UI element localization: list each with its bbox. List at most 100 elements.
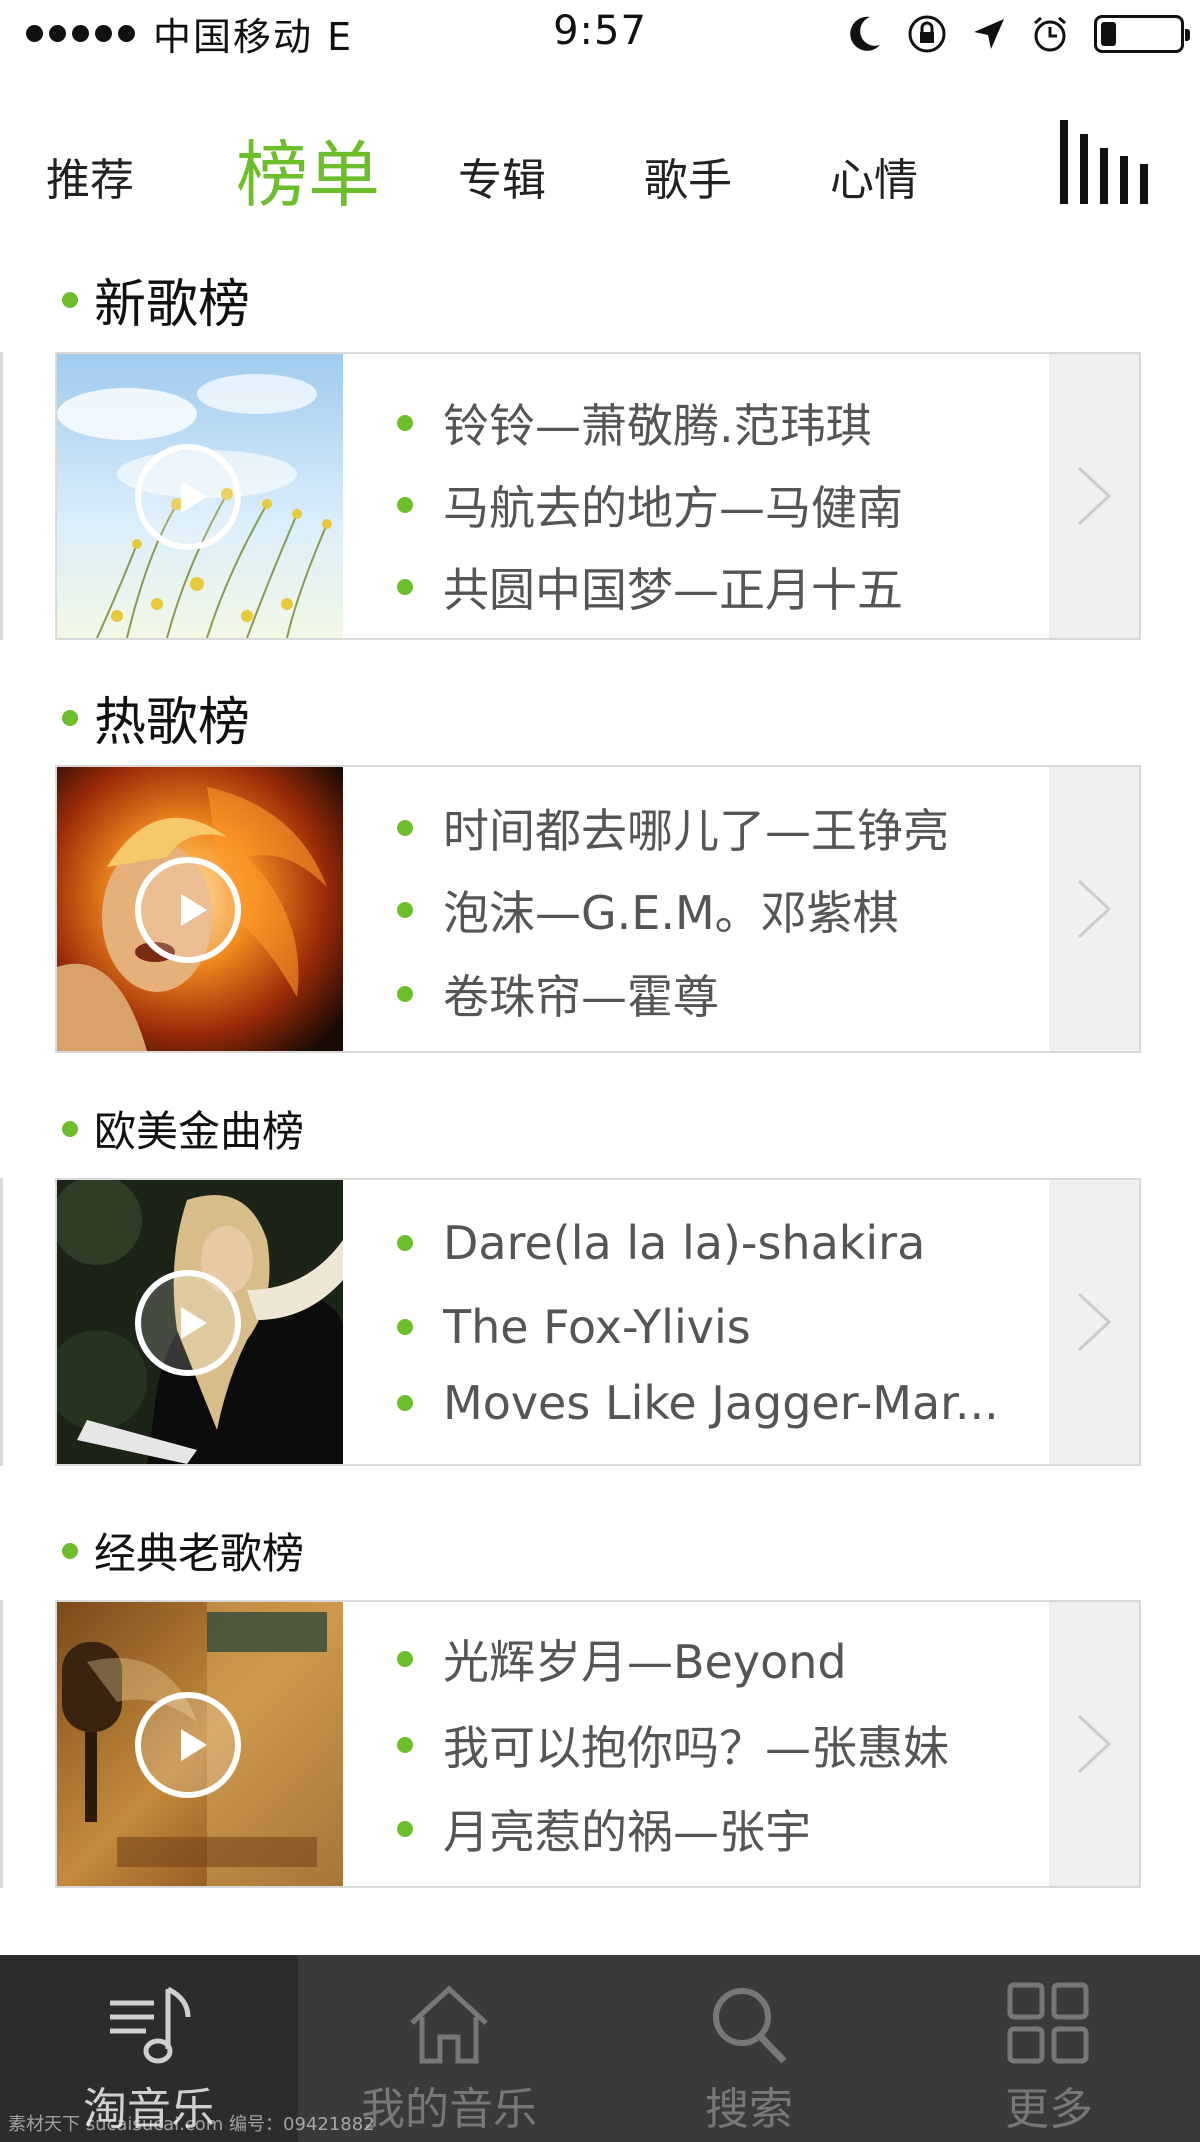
song-item[interactable]: 泡沫—G.E.M。邓紫棋 — [397, 877, 1097, 943]
chart-cover-meadow-flowers[interactable] — [57, 354, 343, 638]
song-item[interactable]: 光辉岁月—Beyond — [397, 1626, 1097, 1692]
nav-label: 搜索 — [705, 2084, 793, 2135]
song-title: 共圆中国梦—正月十五 — [443, 563, 903, 617]
chart-card-hot-songs[interactable]: 时间都去哪儿了—王铮亮 泡沫—G.E.M。邓紫棋 卷珠帘—霍尊 — [55, 765, 1141, 1053]
chart-cover-vintage-microphone-poster[interactable] — [57, 1602, 343, 1886]
bullet-dot — [397, 1651, 413, 1667]
song-title: 铃铃—萧敬腾.范玮琪 — [443, 399, 872, 453]
section-title-text: 新歌榜 — [94, 275, 251, 335]
bullet-dot — [397, 1319, 413, 1335]
tab-mood[interactable]: 心情 — [830, 144, 918, 208]
chart-detail-arrow[interactable] — [1049, 1180, 1139, 1464]
song-item[interactable]: Dare(la la la)-shakira — [397, 1216, 1097, 1270]
song-item[interactable]: 卷珠帘—霍尊 — [397, 961, 1097, 1027]
bullet-dot — [397, 415, 413, 431]
song-title: 马航去的地方—马健南 — [443, 481, 903, 535]
card-peek-left — [0, 1600, 3, 1888]
section-title-text: 热歌榜 — [94, 693, 251, 753]
bullet-dot — [397, 1235, 413, 1251]
search-icon — [713, 1988, 787, 2064]
alarm-icon — [1034, 16, 1066, 52]
song-item[interactable]: Moves Like Jagger-Mar... — [397, 1376, 1097, 1430]
song-title: 泡沫—G.E.M。邓紫棋 — [443, 886, 899, 940]
song-item[interactable]: 共圆中国梦—正月十五 — [397, 554, 1097, 620]
song-title: 光辉岁月—Beyond — [443, 1635, 847, 1689]
tab-recommend[interactable]: 推荐 — [46, 144, 134, 208]
song-item[interactable]: 时间都去哪儿了—王铮亮 — [397, 795, 1097, 861]
play-button[interactable] — [135, 1692, 241, 1798]
tab-singers[interactable]: 歌手 — [644, 144, 732, 208]
song-title: 卷珠帘—霍尊 — [443, 970, 719, 1024]
bullet-dot — [62, 1542, 78, 1559]
song-item[interactable]: 铃铃—萧敬腾.范玮琪 — [397, 390, 1097, 456]
song-list: 铃铃—萧敬腾.范玮琪 马航去的地方—马健南 共圆中国梦—正月十五 — [397, 354, 1097, 638]
battery-icon — [1094, 15, 1190, 53]
section-title-text: 欧美金曲榜 — [94, 1107, 305, 1156]
bullet-dot — [62, 1120, 78, 1137]
grid-icon — [1007, 1982, 1089, 2064]
card-peek-left — [0, 352, 3, 640]
bullet-dot — [397, 497, 413, 513]
song-title: 我可以抱你吗？—张惠妹 — [443, 1721, 949, 1775]
chart-detail-arrow[interactable] — [1049, 767, 1139, 1051]
nav-more[interactable]: 更多 — [900, 1955, 1198, 2142]
bullet-dot — [397, 1395, 413, 1411]
nav-label: 更多 — [1005, 2084, 1093, 2135]
song-item[interactable]: 月亮惹的祸—张宇 — [397, 1796, 1097, 1862]
watermark-text: 素材天下 sucaisucai.com 编号：09421882 — [8, 2114, 375, 2135]
song-item[interactable]: The Fox-Ylivis — [397, 1300, 1097, 1354]
chevron-right-icon — [1077, 879, 1112, 939]
bullet-dot — [397, 820, 413, 836]
section-title-classic-oldies: 经典老歌榜 — [62, 1520, 304, 1581]
section-title-hot-songs: 热歌榜 — [62, 680, 250, 755]
song-item[interactable]: 我可以抱你吗？—张惠妹 — [397, 1712, 1097, 1778]
bullet-dot — [397, 1737, 413, 1753]
play-button[interactable] — [135, 1270, 241, 1376]
chart-cover-fire-hair-singer[interactable] — [57, 767, 343, 1051]
chevron-right-icon — [1077, 466, 1112, 526]
song-list: Dare(la la la)-shakira The Fox-Ylivis Mo… — [397, 1180, 1097, 1464]
card-peek-left — [0, 1178, 3, 1466]
home-icon — [410, 1985, 488, 2064]
song-item[interactable]: 马航去的地方—马健南 — [397, 472, 1097, 538]
song-title: 时间都去哪儿了—王铮亮 — [443, 804, 949, 858]
status-bar: 中国移动 E 9:57 — [0, 0, 1200, 66]
chevron-right-icon — [1077, 1292, 1112, 1352]
bullet-dot — [397, 986, 413, 1002]
status-right — [848, 10, 1190, 58]
chart-cover-blonde-singer-piano[interactable] — [57, 1180, 343, 1464]
rotation-lock-icon — [908, 15, 946, 53]
bullet-dot — [397, 1821, 413, 1837]
song-title: 月亮惹的祸—张宇 — [443, 1805, 811, 1859]
section-title-new-songs: 新歌榜 — [62, 262, 250, 337]
category-tabs: 推荐 榜单 专辑 歌手 心情 — [0, 100, 1200, 217]
chart-card-new-songs[interactable]: 铃铃—萧敬腾.范玮琪 马航去的地方—马健南 共圆中国梦—正月十五 — [55, 352, 1141, 640]
play-button[interactable] — [135, 857, 241, 963]
bottom-nav: 淘音乐 我的音乐 搜索 更多 素材天下 sucaisucai.com 编号：09… — [0, 1955, 1200, 2142]
battery-level — [1101, 22, 1116, 46]
music-note-icon — [110, 1986, 191, 2064]
bullet-dot — [62, 291, 78, 308]
play-button[interactable] — [135, 444, 241, 550]
nav-search[interactable]: 搜索 — [600, 1955, 898, 2142]
moon-icon — [850, 16, 880, 51]
song-list: 光辉岁月—Beyond 我可以抱你吗？—张惠妹 月亮惹的祸—张宇 — [397, 1602, 1097, 1886]
location-arrow-icon — [974, 19, 1004, 49]
chart-card-western-hits[interactable]: Dare(la la la)-shakira The Fox-Ylivis Mo… — [55, 1178, 1141, 1466]
section-title-western-hits: 欧美金曲榜 — [62, 1098, 304, 1159]
song-title: Moves Like Jagger-Mar... — [443, 1376, 999, 1430]
song-list: 时间都去哪儿了—王铮亮 泡沫—G.E.M。邓紫棋 卷珠帘—霍尊 — [397, 767, 1097, 1051]
song-title: The Fox-Ylivis — [443, 1300, 751, 1354]
section-title-text: 经典老歌榜 — [94, 1529, 305, 1578]
chevron-right-icon — [1077, 1714, 1112, 1774]
bullet-dot — [397, 579, 413, 595]
bullet-dot — [62, 709, 78, 726]
chart-detail-arrow[interactable] — [1049, 1602, 1139, 1886]
equalizer-menu-icon[interactable] — [1060, 118, 1160, 204]
tab-charts[interactable]: 榜单 — [236, 116, 380, 221]
bullet-dot — [397, 902, 413, 918]
tab-albums[interactable]: 专辑 — [458, 144, 546, 208]
chart-card-classic-oldies[interactable]: 光辉岁月—Beyond 我可以抱你吗？—张惠妹 月亮惹的祸—张宇 — [55, 1600, 1141, 1888]
song-title: Dare(la la la)-shakira — [443, 1216, 926, 1270]
chart-detail-arrow[interactable] — [1049, 354, 1139, 638]
